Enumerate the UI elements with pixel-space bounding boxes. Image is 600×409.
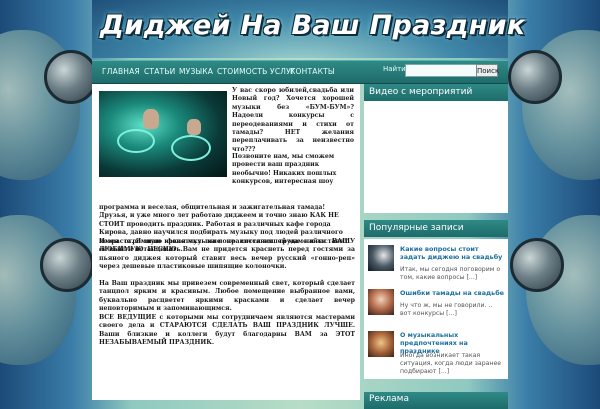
dj-photo bbox=[99, 91, 227, 177]
article-content: У вас скоро юбилей,свадьба или Новый год… bbox=[92, 84, 360, 400]
list-item: О музыкальных предпочтениях на празднике… bbox=[368, 331, 506, 375]
headphone-icon bbox=[44, 50, 92, 104]
search-button[interactable]: Поиск bbox=[476, 64, 499, 77]
list-item: Ошибки тамады на свадьбе Ну что ж, мы не… bbox=[368, 289, 506, 331]
post-link[interactable]: Какие вопросы стоит задать диджею на сва… bbox=[400, 245, 504, 261]
dj-hand-icon bbox=[143, 109, 159, 129]
post-excerpt: Итак, мы сегодня поговорим о том, какие … bbox=[400, 266, 501, 281]
video-widget-title: Видео с мероприятий bbox=[364, 84, 508, 101]
video-widget[interactable] bbox=[364, 101, 508, 213]
popular-widget-title: Популярные записи bbox=[364, 220, 508, 237]
ads-widget-title: Реклама bbox=[364, 392, 508, 409]
nav-item-articles[interactable]: СТАТЬИ bbox=[144, 67, 176, 76]
headphone-icon bbox=[40, 238, 92, 292]
article-paragraph: У вас скоро юбилей,свадьба или Новый год… bbox=[232, 87, 354, 153]
post-thumbnail[interactable] bbox=[368, 331, 394, 357]
popular-posts: Какие вопросы стоит задать диджею на сва… bbox=[364, 239, 508, 379]
site-title[interactable]: Диджей На Ваш Праздник bbox=[100, 10, 526, 41]
dj-hand-icon bbox=[187, 119, 201, 135]
post-excerpt: Ну что ж, мы не говорили. .. вот конкурс… bbox=[400, 302, 493, 317]
list-item: Какие вопросы стоит задать диджею на сва… bbox=[368, 245, 506, 287]
post-thumbnail[interactable] bbox=[368, 289, 394, 315]
article-paragraph: Позвоните нам, мы сможем провести ваш пр… bbox=[232, 153, 337, 186]
post-thumbnail[interactable] bbox=[368, 245, 394, 271]
article-paragraph: ВСЕ ВЕДУЩИЕ с которыми мы сотрудничаем я… bbox=[99, 314, 355, 347]
search-input[interactable] bbox=[405, 64, 479, 77]
nav-item-music[interactable]: МУЗЫКА bbox=[179, 67, 213, 76]
nav-item-home[interactable]: ГЛАВНАЯ bbox=[102, 67, 140, 76]
turntable-icon bbox=[171, 135, 211, 161]
article-paragraph: На Ваш праздник мы привезем современный … bbox=[99, 280, 355, 313]
right-decoration bbox=[508, 0, 600, 400]
post-link[interactable]: Ошибки тамады на свадьбе bbox=[400, 289, 504, 297]
article-paragraph: Имея огромную фонотеку мне не составит т… bbox=[99, 238, 355, 271]
nav-item-contacts[interactable]: КОНТАКТЫ bbox=[290, 67, 335, 76]
headphone-icon bbox=[508, 50, 562, 104]
nav-item-pricing[interactable]: СТОИМОСТЬ УСЛУГ bbox=[217, 67, 296, 76]
post-excerpt: Иногда возникает такая ситуация, когда л… bbox=[400, 352, 502, 375]
turntable-icon bbox=[117, 129, 155, 153]
left-decoration bbox=[0, 0, 92, 400]
headphone-icon bbox=[510, 238, 564, 292]
